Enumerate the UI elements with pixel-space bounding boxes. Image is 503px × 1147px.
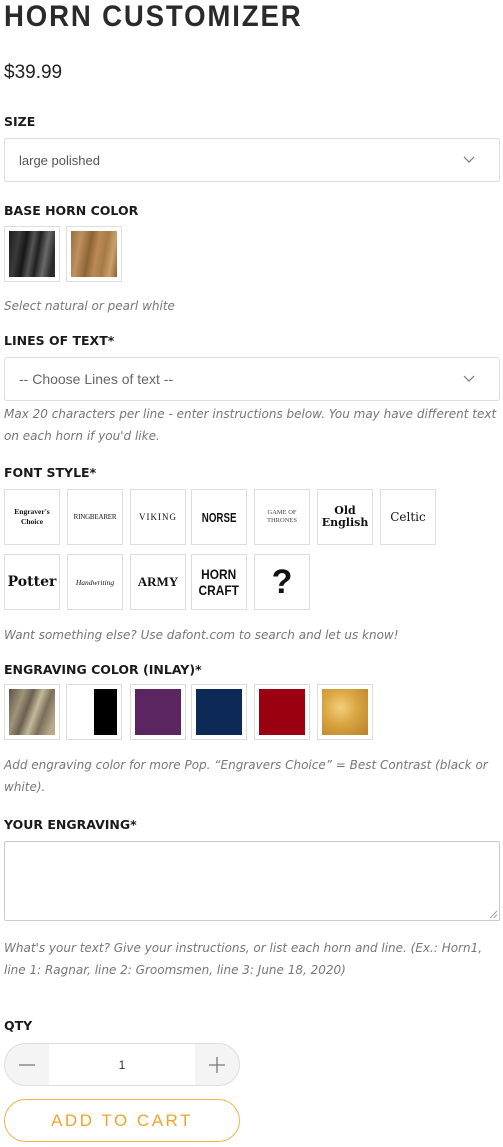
- swatch-image: [71, 231, 117, 277]
- question-icon: ?: [271, 562, 293, 601]
- quantity-input[interactable]: 1: [49, 1044, 195, 1085]
- engraving-color-swatch-red[interactable]: [254, 684, 310, 740]
- chevron-down-icon: [463, 375, 475, 382]
- swatch-color: [135, 689, 181, 735]
- lines-label: LINES OF TEXT*: [4, 333, 115, 348]
- font-option-label: Engraver's Choice: [14, 507, 50, 526]
- font-option-other[interactable]: ?: [254, 554, 310, 610]
- engraving-color-swatch-natural[interactable]: [4, 684, 60, 740]
- swatch-image: [71, 689, 117, 735]
- minus-icon: [19, 1063, 35, 1066]
- font-option-old-english[interactable]: Old English: [317, 489, 373, 545]
- font-style-label: FONT STYLE*: [4, 465, 97, 480]
- qty-label: QTY: [4, 1018, 33, 1033]
- engraving-color-swatch-black[interactable]: [66, 684, 122, 740]
- font-option-game-of-thrones[interactable]: GAME OF THRONES: [254, 489, 310, 545]
- font-option-label: Potter: [7, 574, 57, 590]
- chevron-down-icon: [463, 156, 475, 163]
- engraving-color-swatch-gold[interactable]: [317, 684, 373, 740]
- swatch-color: [196, 689, 242, 735]
- size-label: SIZE: [4, 114, 36, 129]
- font-option-label: VIKING: [139, 512, 177, 522]
- base-color-swatch-pearl-white[interactable]: [66, 226, 122, 282]
- base-color-label: BASE HORN COLOR: [4, 203, 139, 218]
- font-style-note: Want something else? Use dafont.com to s…: [4, 628, 399, 642]
- lines-select[interactable]: -- Choose Lines of text --: [4, 357, 500, 401]
- swatch-image: [9, 689, 55, 735]
- engraving-color-label: ENGRAVING COLOR (INLAY)*: [4, 662, 202, 677]
- engraving-note: What's your text? Give your instructions…: [4, 941, 483, 977]
- font-option-engravers-choice[interactable]: Engraver's Choice: [4, 489, 60, 545]
- font-option-horn-craft[interactable]: HORN CRAFT: [191, 554, 247, 610]
- base-color-swatch-natural[interactable]: [4, 226, 60, 282]
- font-option-label: GAME OF THRONES: [267, 509, 297, 524]
- font-option-army[interactable]: ARMY: [130, 554, 186, 610]
- swatch-color: [259, 689, 305, 735]
- font-option-label: Celtic: [390, 510, 426, 524]
- engraving-color-swatch-navy[interactable]: [191, 684, 247, 740]
- plus-icon: [209, 1056, 225, 1073]
- add-to-cart-button[interactable]: ADD TO CART: [4, 1099, 240, 1142]
- engraving-color-swatch-purple[interactable]: [130, 684, 186, 740]
- quantity-stepper: 1: [4, 1043, 240, 1086]
- font-option-celtic[interactable]: Celtic: [380, 489, 436, 545]
- swatch-image: [322, 689, 368, 735]
- font-option-potter[interactable]: Potter: [4, 554, 60, 610]
- swatch-image: [9, 231, 55, 277]
- font-option-label: Handwriting: [75, 577, 115, 587]
- resize-grip-icon[interactable]: [489, 910, 497, 918]
- lines-select-placeholder: -- Choose Lines of text --: [19, 371, 174, 387]
- engraving-color-note: Add engraving color for more Pop. “Engra…: [4, 758, 488, 794]
- lines-note: Max 20 characters per line - enter instr…: [4, 407, 497, 443]
- font-option-ringbearer[interactable]: RINGBEARER: [67, 489, 123, 545]
- size-select-value: large polished: [19, 153, 100, 168]
- font-option-handwriting[interactable]: Handwriting: [67, 554, 123, 610]
- size-select[interactable]: large polished: [4, 138, 500, 182]
- font-option-label: RINGBEARER: [73, 513, 117, 521]
- engraving-label: YOUR ENGRAVING*: [4, 817, 137, 832]
- font-option-label: HORN CRAFT: [198, 566, 240, 598]
- plus-button[interactable]: [195, 1044, 239, 1085]
- base-color-note: Select natural or pearl white: [4, 299, 175, 313]
- font-option-viking[interactable]: VIKING: [130, 489, 186, 545]
- font-option-label: ARMY: [137, 574, 179, 589]
- font-option-label: NORSE: [201, 509, 237, 525]
- engraving-textarea[interactable]: [4, 841, 500, 921]
- font-option-label: Old English: [321, 504, 369, 529]
- font-option-norse[interactable]: NORSE: [191, 489, 247, 545]
- price: $39.99: [4, 62, 63, 83]
- minus-button[interactable]: [5, 1044, 49, 1085]
- page-title: HORN CUSTOMIZER: [4, 0, 303, 33]
